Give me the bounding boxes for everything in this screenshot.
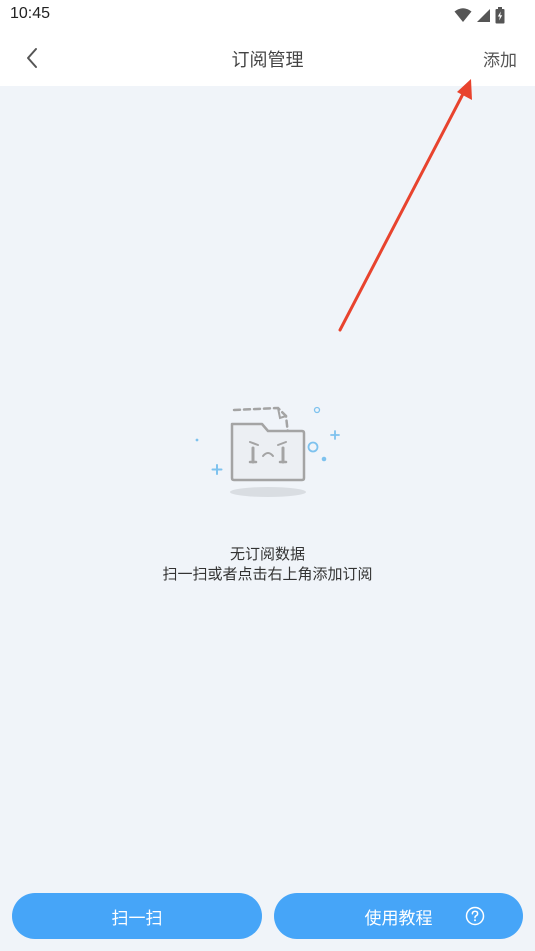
empty-state-title: 无订阅数据 [229, 545, 305, 563]
status-bar: 10:45 [0, 0, 535, 30]
scan-button-label: 扫一扫 [111, 908, 163, 929]
add-button[interactable]: 添加 [483, 46, 517, 71]
empty-state-hint: 扫一扫或者点击右上角添加订阅 [162, 565, 373, 583]
nav-bar: 订阅管理 添加 [0, 30, 535, 86]
battery-charging-icon [495, 6, 505, 23]
bottom-action-bar: 扫一扫 使用教程 [0, 885, 535, 951]
empty-folder-crying-icon [195, 406, 340, 497]
tutorial-button-label: 使用教程 [364, 908, 433, 929]
scan-button[interactable]: 扫一扫 [12, 893, 262, 939]
question-circle-icon [465, 906, 485, 926]
cellular-signal-icon [477, 8, 490, 22]
wifi-icon [454, 8, 472, 22]
status-icons [454, 5, 505, 25]
page-title: 订阅管理 [231, 50, 304, 71]
tutorial-button[interactable]: 使用教程 [274, 893, 523, 939]
status-time: 10:45 [10, 5, 51, 22]
